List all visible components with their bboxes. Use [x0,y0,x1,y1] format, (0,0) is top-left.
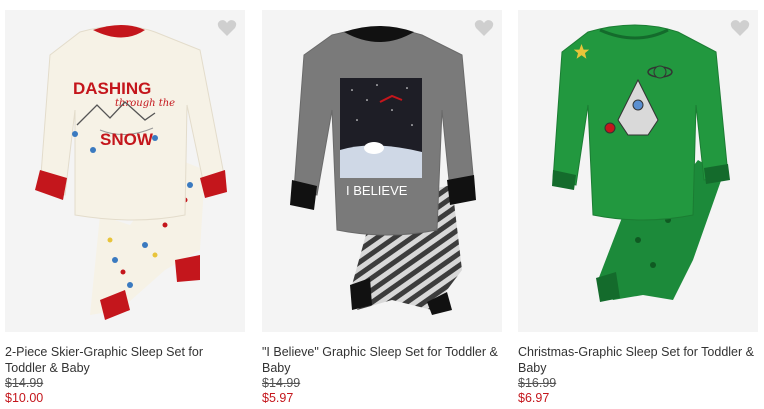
graphic-text: I BELIEVE [346,183,408,198]
product-title[interactable]: "I Believe" Graphic Sleep Set for Toddle… [262,344,498,376]
heart-icon[interactable] [217,19,237,37]
product-image[interactable]: DASHING through the SNOW [5,10,245,332]
product-card[interactable]: Christmas-Graphic Sleep Set for Toddler … [518,10,758,406]
product-title[interactable]: 2-Piece Skier-Graphic Sleep Set for Todd… [5,344,241,376]
original-price: $14.99 [262,376,301,390]
skier-sleep-set-image: DASHING through the SNOW [35,25,227,320]
sale-price: $5.97 [262,391,294,405]
product-title[interactable]: Christmas-Graphic Sleep Set for Toddler … [518,344,754,376]
heart-icon[interactable] [730,19,750,37]
graphic-text-3: SNOW [100,130,154,149]
original-price: $14.99 [5,376,44,390]
original-price: $16.99 [518,376,557,390]
heart-icon[interactable] [474,19,494,37]
product-card[interactable]: I BELIEVE "I Believe" Graphic Sleep Set … [262,10,502,406]
sale-price: $10.00 [5,391,44,405]
graphic-text-1: DASHING [73,79,151,98]
product-image[interactable] [518,10,758,332]
product-card[interactable]: DASHING through the SNOW 2-Piece Skier-G… [5,10,245,406]
product-grid: DASHING through the SNOW 2-Piece Skier-G… [0,0,764,409]
sale-price: $6.97 [518,391,550,405]
product-image[interactable]: I BELIEVE [262,10,502,332]
i-believe-sleep-set-image: I BELIEVE [290,26,476,315]
christmas-sleep-set-image [552,24,730,302]
